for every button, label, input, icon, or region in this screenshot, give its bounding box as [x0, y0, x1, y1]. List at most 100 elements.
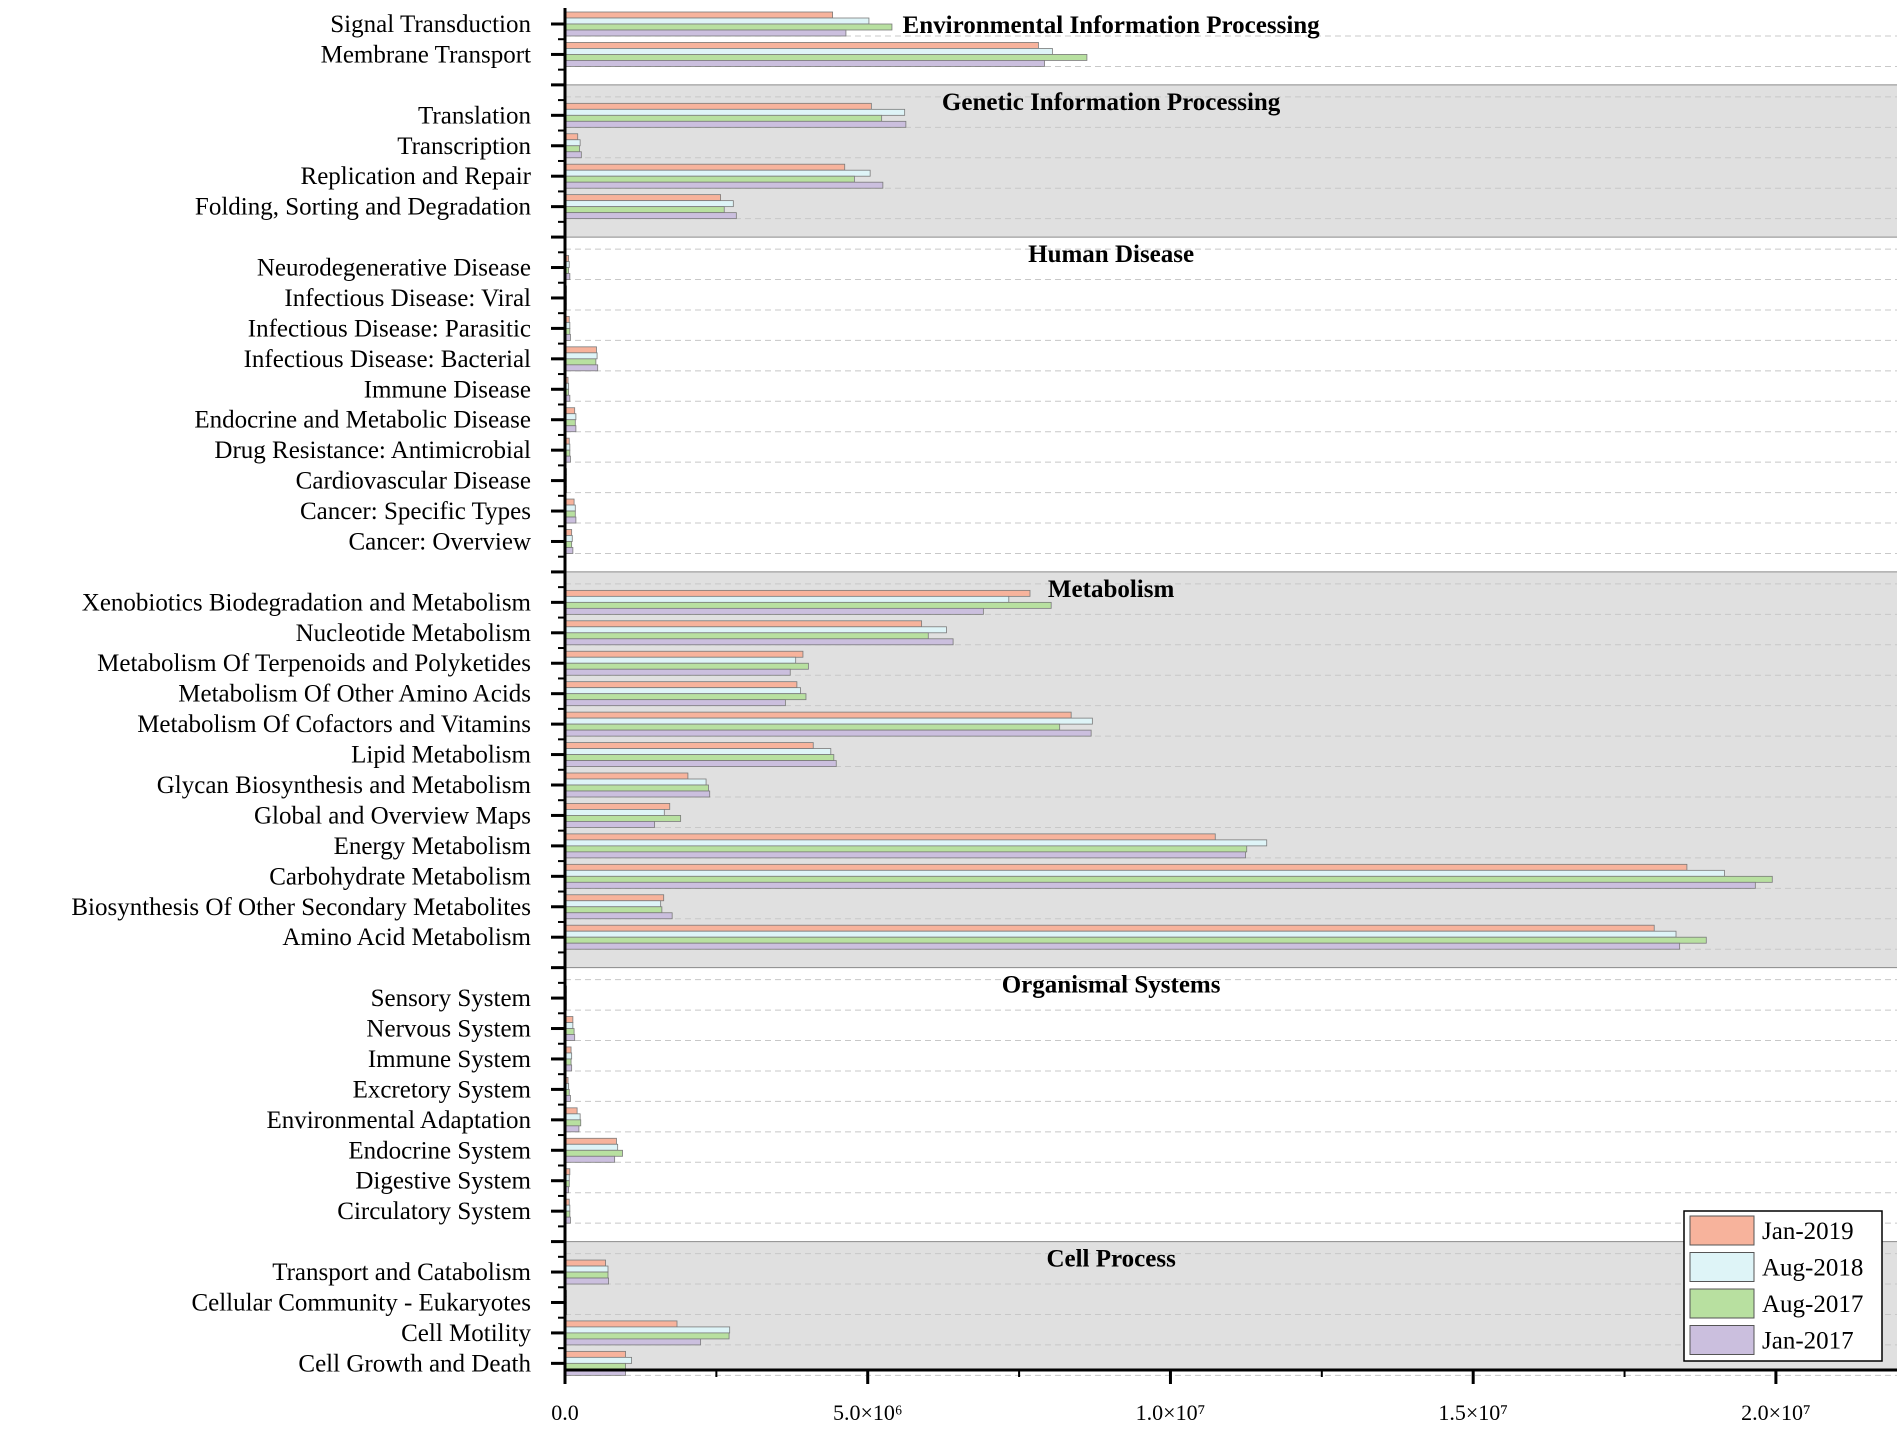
- x-tick-label: 1.5×10⁷: [1438, 1400, 1508, 1425]
- bar: [564, 912, 673, 920]
- bar: [564, 662, 809, 670]
- category-label: Metabolism Of Other Amino Acids: [178, 681, 531, 708]
- category-label: Immune Disease: [364, 376, 531, 403]
- bar: [564, 942, 1681, 950]
- category-label: Transport and Catabolism: [272, 1259, 531, 1286]
- bar: [564, 29, 847, 37]
- category-label: Nervous System: [366, 1016, 531, 1043]
- bar-chart: Environmental Information Processing Gene…: [71, 8, 1897, 1425]
- bar: [564, 924, 1655, 932]
- legend-label: Jan-2019: [1762, 1218, 1854, 1245]
- bar: [564, 833, 1216, 841]
- bar: [564, 656, 797, 664]
- bar: [564, 778, 707, 786]
- category-label: Digestive System: [355, 1168, 531, 1195]
- category-label: Drug Resistance: Antimicrobial: [214, 437, 531, 464]
- category-label: Folding, Sorting and Degradation: [195, 194, 532, 221]
- bar: [564, 723, 1061, 731]
- legend-swatch: [1689, 1252, 1755, 1282]
- bar: [564, 504, 576, 512]
- category-label: Carbohydrate Metabolism: [269, 863, 531, 890]
- x-tick-label: 1.0×10⁷: [1136, 1400, 1206, 1425]
- category-label: Endocrine and Metabolic Disease: [194, 407, 531, 434]
- bar: [564, 175, 855, 183]
- legend-label: Jan-2017: [1762, 1328, 1854, 1355]
- bar: [564, 601, 1052, 609]
- bar: [564, 693, 807, 701]
- category-label: Biosynthesis Of Other Secondary Metaboli…: [71, 894, 531, 921]
- bar: [564, 809, 665, 816]
- bar: [564, 784, 709, 792]
- bar: [564, 102, 872, 110]
- bar: [564, 510, 576, 518]
- bar: [564, 181, 884, 189]
- category-label: Xenobiotics Biodegradation and Metabolis…: [82, 589, 532, 616]
- bar: [564, 200, 734, 208]
- group-title: Organismal Systems: [1002, 972, 1221, 999]
- category-label: Cancer: Specific Types: [300, 498, 531, 525]
- category-label: Global and Overview Maps: [254, 802, 531, 829]
- bar: [564, 1326, 731, 1334]
- bar: [564, 790, 711, 798]
- bar: [564, 364, 599, 372]
- bar: [564, 60, 1045, 67]
- bar: [564, 881, 1756, 889]
- category-label: Energy Metabolism: [334, 833, 532, 860]
- category-label: Metabolism Of Cofactors and Vitamins: [137, 711, 531, 738]
- bar: [564, 906, 663, 914]
- bar: [564, 352, 598, 360]
- bar: [564, 54, 1088, 61]
- bar: [564, 1362, 626, 1370]
- chart-container: Environmental Information Processing Gene…: [0, 0, 1902, 1434]
- bar: [564, 139, 581, 147]
- bar: [564, 742, 814, 749]
- category-label: Endocrine System: [348, 1137, 531, 1164]
- legend-swatch: [1689, 1215, 1755, 1246]
- category-label: Infectious Disease: Parasitic: [248, 315, 531, 342]
- category-label: Transcription: [397, 133, 531, 160]
- category-label: Cellular Community - Eukaryotes: [191, 1289, 531, 1316]
- bar: [564, 803, 671, 810]
- bar: [564, 863, 1688, 871]
- category-label: Cancer: Overview: [348, 528, 531, 555]
- bar: [564, 632, 929, 640]
- bar: [564, 607, 984, 615]
- bar: [564, 1155, 616, 1163]
- bar: [564, 699, 786, 707]
- bar: [564, 1332, 730, 1340]
- bar: [564, 845, 1248, 853]
- legend-swatch: [1689, 1325, 1755, 1355]
- bar: [564, 114, 883, 122]
- category-label: Translation: [418, 102, 531, 129]
- bar: [564, 589, 1031, 597]
- bar: [564, 194, 722, 202]
- x-tick-label: 2.0×10⁷: [1741, 1400, 1811, 1425]
- bar: [564, 869, 1725, 877]
- category-label: Cell Growth and Death: [298, 1350, 531, 1377]
- bar: [564, 1259, 606, 1267]
- x-tick-label: 5.0×10⁶: [833, 1400, 903, 1425]
- legend-label: Aug-2018: [1762, 1255, 1863, 1282]
- category-label: Cardiovascular Disease: [296, 468, 531, 495]
- bar: [564, 1271, 609, 1279]
- bar: [564, 875, 1773, 883]
- bar: [564, 419, 576, 427]
- bar: [564, 169, 871, 177]
- bar: [564, 1125, 580, 1133]
- bar: [564, 163, 846, 171]
- category-label: Infectious Disease: Viral: [284, 285, 531, 312]
- bar: [564, 839, 1268, 847]
- group-title: Environmental Information Processing: [903, 12, 1321, 39]
- bar: [564, 145, 580, 153]
- bar: [564, 42, 1039, 49]
- bar: [564, 212, 737, 220]
- group-title: Human Disease: [1028, 241, 1194, 268]
- bar: [564, 425, 577, 433]
- bar: [564, 23, 893, 31]
- bar: [564, 1265, 609, 1273]
- bar: [564, 1143, 619, 1151]
- group-title: Metabolism: [1048, 576, 1175, 603]
- category-label: Sensory System: [371, 985, 532, 1012]
- bar: [564, 108, 906, 116]
- bar: [564, 729, 1092, 737]
